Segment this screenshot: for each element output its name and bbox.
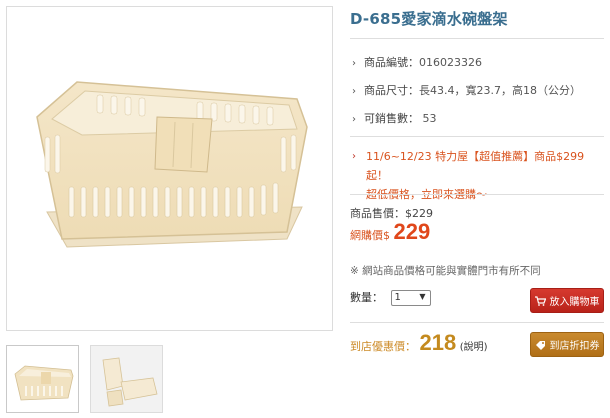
divider bbox=[350, 322, 604, 323]
thumbnail-1[interactable] bbox=[6, 345, 79, 413]
dish-rack-parts-thumbnail-icon bbox=[102, 357, 158, 407]
store-price: 到店優惠價： 218 (說明) bbox=[350, 330, 488, 355]
promo-line-1: 11/6~12/23 特力屋【超值推薦】商品$299起！ bbox=[366, 150, 585, 182]
chevron-right-icon: › bbox=[352, 151, 356, 162]
explanation-link[interactable]: (說明) bbox=[460, 342, 488, 353]
divider bbox=[350, 38, 604, 39]
quantity-select[interactable]: 1 ▼ bbox=[390, 290, 431, 306]
quantity-row: 數量： 1 ▼ bbox=[350, 289, 431, 306]
dish-rack-thumbnail-icon bbox=[14, 365, 74, 401]
divider bbox=[350, 136, 604, 137]
divider bbox=[350, 194, 604, 195]
dropdown-arrow-icon: ▼ bbox=[419, 292, 426, 301]
chevron-right-icon: › bbox=[352, 114, 356, 125]
main-product-image bbox=[6, 6, 333, 331]
online-price: 網購價$ 229 bbox=[350, 219, 431, 244]
add-to-cart-button[interactable]: 放入購物車 bbox=[530, 288, 604, 313]
thumbnail-2[interactable] bbox=[90, 345, 163, 413]
chevron-right-icon: › bbox=[352, 86, 356, 97]
cart-icon bbox=[534, 295, 546, 306]
spec-stock: › 可銷售數： 53 bbox=[352, 112, 437, 125]
product-title: D-685愛家滴水碗盤架 bbox=[350, 10, 508, 28]
promo-link[interactable]: › 11/6~12/23 特力屋【超值推薦】商品$299起！ 超低價格，立即來選… bbox=[352, 147, 604, 204]
chevron-right-icon: › bbox=[352, 58, 356, 69]
spec-dimensions: › 商品尺寸：長43.4，寬23.7，高18（公分） bbox=[352, 84, 581, 97]
dish-rack-image bbox=[36, 81, 308, 248]
quantity-label: 數量： bbox=[350, 291, 383, 304]
price-notice: ※ 網站商品價格可能與實體門市有所不同 bbox=[350, 265, 541, 277]
spec-product-id: › 商品編號：016023326 bbox=[352, 56, 482, 69]
tag-icon bbox=[535, 340, 545, 350]
store-coupon-button[interactable]: 到店折扣券 bbox=[530, 332, 604, 357]
